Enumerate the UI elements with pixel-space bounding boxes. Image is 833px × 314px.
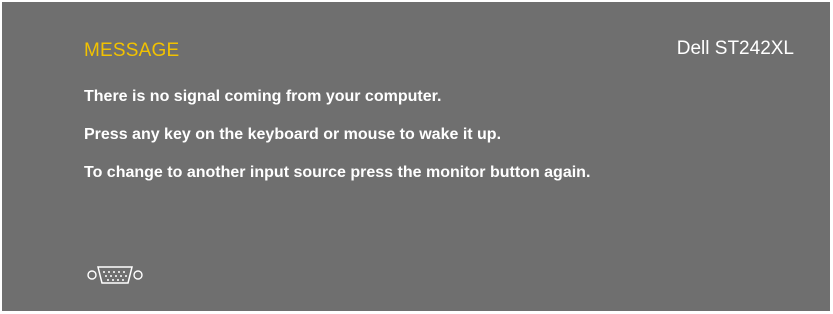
wake-instruction: Press any key on the keyboard or mouse t… (84, 126, 502, 143)
monitor-model-label: Dell ST242XL (676, 38, 794, 59)
message-title: MESSAGE (84, 40, 180, 61)
osd-message-panel: MESSAGE Dell ST242XL There is no signal … (2, 2, 830, 311)
input-source-instruction: To change to another input source press … (84, 164, 591, 181)
vga-connector-icon (87, 266, 143, 284)
no-signal-message: There is no signal coming from your comp… (84, 88, 442, 105)
